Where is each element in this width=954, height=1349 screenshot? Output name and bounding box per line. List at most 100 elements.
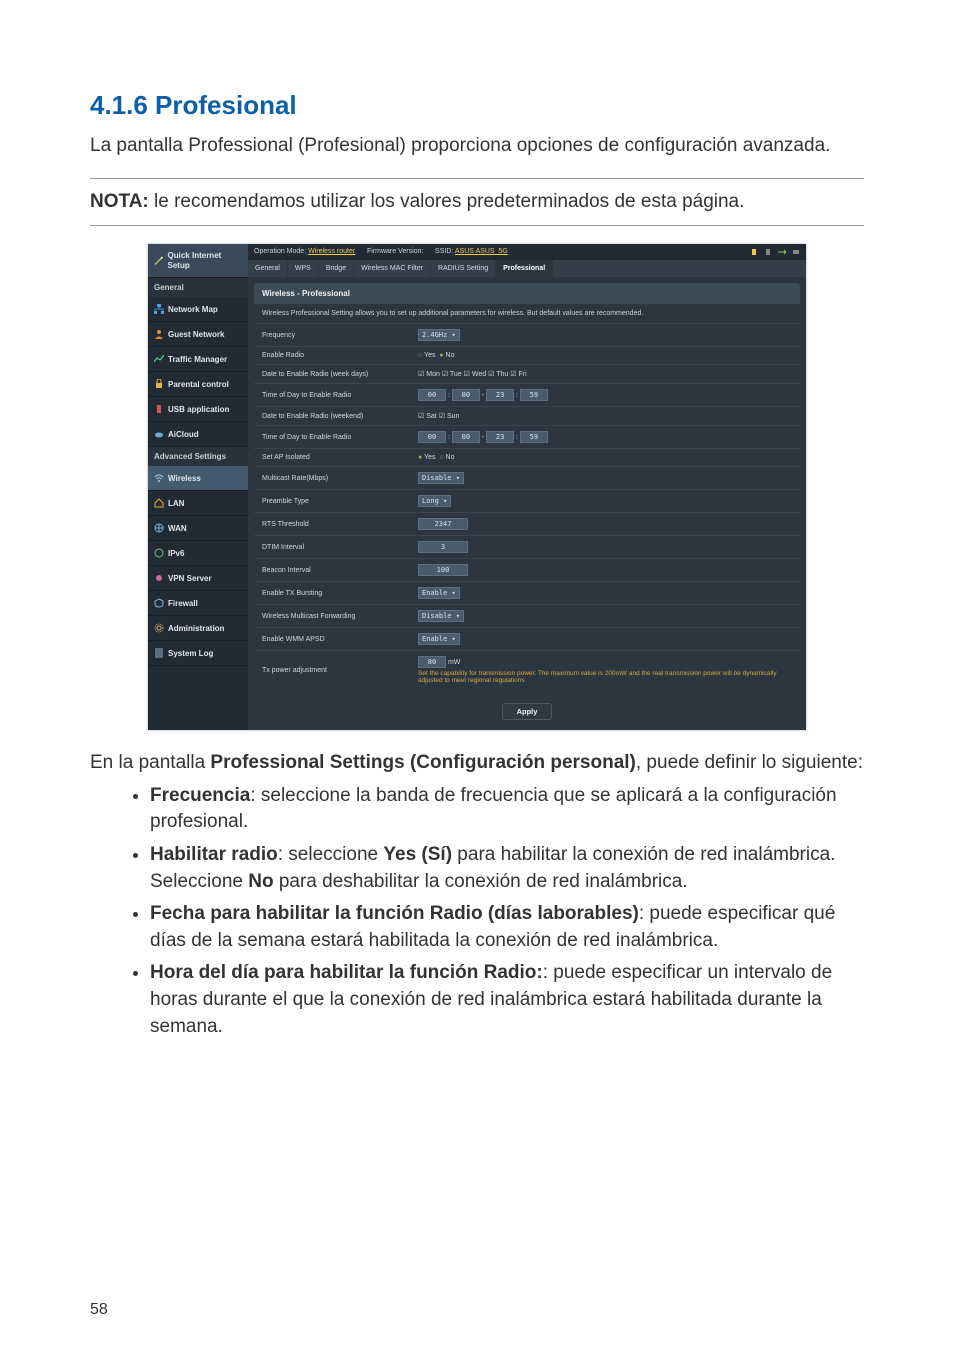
bullet-list: Frecuencia: seleccione la banda de frecu… — [90, 783, 864, 1040]
time-h1[interactable]: 00 — [418, 389, 446, 401]
preamble-select[interactable]: Long — [418, 495, 451, 507]
wmf-select[interactable]: Disable — [418, 610, 464, 622]
row-multicast: Multicast Rate(Mbps) Disable — [254, 467, 800, 490]
multicast-select[interactable]: Disable — [418, 472, 464, 484]
bullet-rest: : seleccione — [278, 844, 384, 865]
dtim-input[interactable]: 3 — [418, 541, 468, 553]
panel-title: Wireless - Professional — [254, 283, 800, 304]
sidebar-item-lan[interactable]: LAN — [148, 491, 248, 516]
note-label: NOTA: — [90, 191, 149, 212]
sidebar-item-label: Parental control — [168, 380, 229, 389]
bullet-bold: Fecha para habilitar la función Radio (d… — [150, 903, 639, 924]
sidebar-item-syslog[interactable]: System Log — [148, 641, 248, 666]
ap-yes[interactable]: Yes — [418, 454, 435, 461]
sidebar-item-label: USB application — [168, 405, 229, 414]
bottom-intro-prefix: En la pantalla — [90, 752, 210, 773]
sidebar-item-parental[interactable]: Parental control — [148, 372, 248, 397]
row-label: Enable WMM APSD — [254, 628, 410, 651]
sidebar-item-aicloud[interactable]: AiCloud — [148, 422, 248, 447]
rts-input[interactable]: 2347 — [418, 518, 468, 530]
sidebar-item-ipv6[interactable]: IPv6 — [148, 541, 248, 566]
time2-m1[interactable]: 00 — [452, 431, 480, 443]
time2-m2[interactable]: 59 — [520, 431, 548, 443]
top-bar-left: Operation Mode: Wireless router Firmware… — [254, 248, 512, 256]
chk-sun[interactable]: Sun — [439, 413, 460, 420]
tab-professional[interactable]: Professional — [496, 260, 553, 277]
txpower-note: Set the capability for transmission powe… — [418, 670, 792, 684]
op-mode-link[interactable]: Wireless router — [308, 248, 355, 255]
tab-radius[interactable]: RADIUS Setting — [431, 260, 496, 277]
sidebar-item-wireless[interactable]: Wireless — [148, 466, 248, 491]
op-mode-label: Operation Mode: — [254, 248, 306, 255]
chk-mon[interactable]: Mon — [418, 371, 440, 378]
time2-h1[interactable]: 00 — [418, 431, 446, 443]
ssid-label: SSID: — [435, 248, 453, 255]
user-icon — [154, 329, 164, 339]
tab-bridge[interactable]: Bridge — [319, 260, 354, 277]
tab-mac-filter[interactable]: Wireless MAC Filter — [354, 260, 431, 277]
list-item: Frecuencia: seleccione la banda de frecu… — [150, 783, 864, 836]
lock-icon — [154, 379, 164, 389]
sidebar-item-label: Firewall — [168, 599, 198, 608]
ap-no[interactable]: No — [439, 454, 454, 461]
sidebar-item-network-map[interactable]: Network Map — [148, 297, 248, 322]
row-ap-isolated: Set AP Isolated Yes No — [254, 449, 800, 467]
sidebar-item-label: Guest Network — [168, 330, 224, 339]
usb-status-icon[interactable] — [750, 248, 758, 256]
row-beacon: Beacon Interval 100 — [254, 559, 800, 582]
page-number: 58 — [90, 1301, 108, 1319]
row-frequency: Frequency 2.4GHz — [254, 324, 800, 347]
sidebar-item-usb[interactable]: USB application — [148, 397, 248, 422]
ssid-value[interactable]: ASUS ASUS_5G — [455, 248, 508, 255]
intro-paragraph: La pantalla Professional (Profesional) p… — [90, 133, 864, 160]
chk-sat[interactable]: Sat — [418, 413, 437, 420]
sidebar-item-vpn[interactable]: VPN Server — [148, 566, 248, 591]
chk-thu[interactable]: Thu — [488, 371, 508, 378]
sidebar-item-firewall[interactable]: Firewall — [148, 591, 248, 616]
time-m2[interactable]: 59 — [520, 389, 548, 401]
tab-general[interactable]: General — [248, 260, 288, 277]
link-icon[interactable] — [778, 248, 786, 256]
txpower-input[interactable]: 80 — [418, 656, 446, 668]
section-heading: 4.1.6 Profesional — [90, 90, 864, 121]
row-label: Multicast Rate(Mbps) — [254, 467, 410, 490]
sidebar-item-guest-network[interactable]: Guest Network — [148, 322, 248, 347]
row-date-week: Date to Enable Radio (week days) Mon Tue… — [254, 365, 800, 384]
device-icon[interactable] — [792, 248, 800, 256]
beacon-input[interactable]: 100 — [418, 564, 468, 576]
chk-tue[interactable]: Tue — [442, 371, 462, 378]
sidebar-item-admin[interactable]: Administration — [148, 616, 248, 641]
sidebar-item-label: LAN — [168, 499, 184, 508]
sidebar-quick-setup[interactable]: Quick Internet Setup — [148, 244, 248, 278]
frequency-select[interactable]: 2.4GHz — [418, 329, 460, 341]
chk-fri[interactable]: Fri — [510, 371, 526, 378]
time-m1[interactable]: 00 — [452, 389, 480, 401]
row-label: Wireless Multicast Forwarding — [254, 605, 410, 628]
apply-row: Apply — [248, 695, 806, 730]
radio-no[interactable]: No — [439, 352, 454, 359]
log-icon — [154, 648, 164, 658]
txburst-select[interactable]: Enable — [418, 587, 460, 599]
time2-h2[interactable]: 23 — [486, 431, 514, 443]
sidebar-section-general: General — [148, 278, 248, 297]
tab-wps[interactable]: WPS — [288, 260, 319, 277]
usb2-status-icon[interactable] — [764, 248, 772, 256]
radio-yes[interactable]: Yes — [418, 352, 435, 359]
chk-wed[interactable]: Wed — [464, 371, 487, 378]
sidebar-item-label: VPN Server — [168, 574, 212, 583]
sidebar-item-label: Wireless — [168, 474, 201, 483]
sidebar-item-wan[interactable]: WAN — [148, 516, 248, 541]
document-page: 4.1.6 Profesional La pantalla Profession… — [0, 0, 954, 1086]
bullet-tail: para deshabilitar la conexión de red ina… — [274, 871, 688, 892]
apply-button[interactable]: Apply — [502, 703, 553, 720]
row-label: Time of Day to Enable Radio — [254, 426, 410, 449]
wmm-select[interactable]: Enable — [418, 633, 460, 645]
settings-table: Frequency 2.4GHz Enable Radio Yes No Dat… — [254, 323, 800, 689]
time-h2[interactable]: 23 — [486, 389, 514, 401]
list-item: Hora del día para habilitar la función R… — [150, 960, 864, 1040]
row-preamble: Preamble Type Long — [254, 490, 800, 513]
sidebar-item-traffic[interactable]: Traffic Manager — [148, 347, 248, 372]
row-date-weekend: Date to Enable Radio (weekend) Sat Sun — [254, 407, 800, 426]
top-bar: Operation Mode: Wireless router Firmware… — [248, 244, 806, 260]
bullet-bold: Frecuencia — [150, 785, 250, 806]
